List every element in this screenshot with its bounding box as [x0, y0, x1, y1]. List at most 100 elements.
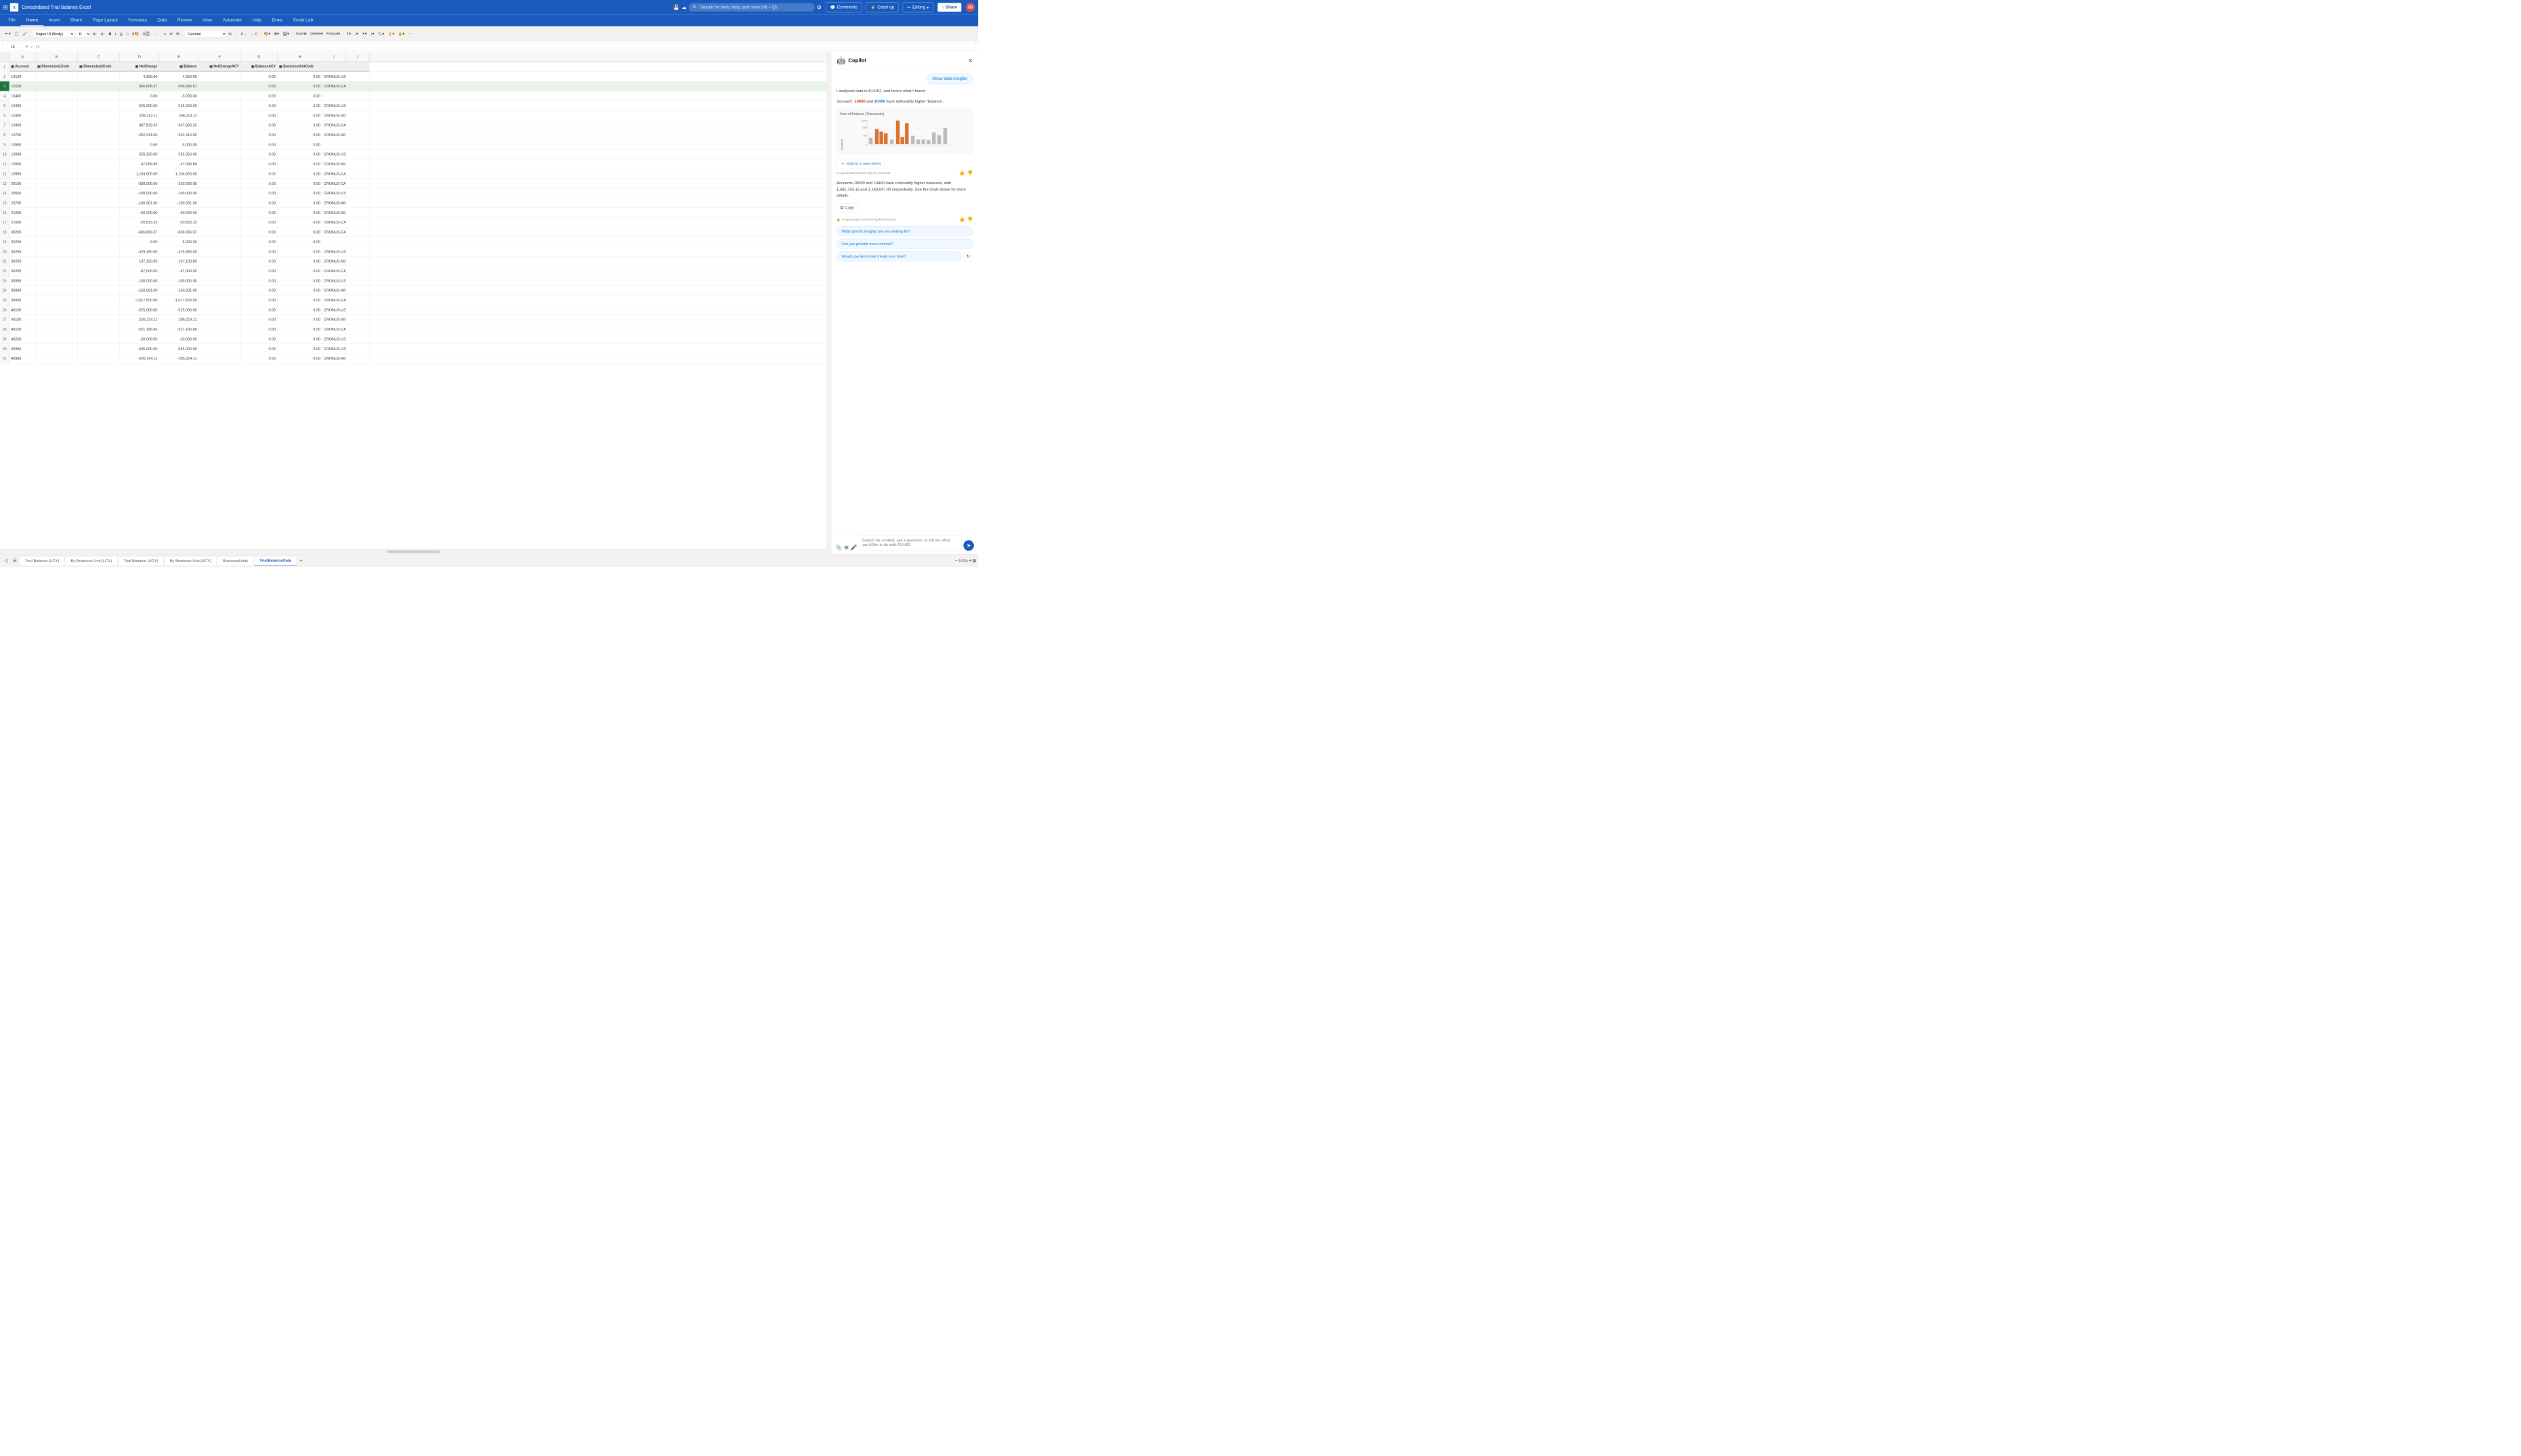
sheet-nav-prev[interactable]: ◁: [2, 557, 10, 564]
cell-21-i[interactable]: CRONUS-MX: [322, 257, 346, 266]
cell-22-c[interactable]: [78, 266, 120, 276]
cell-3-e[interactable]: 666,666.67: [159, 81, 198, 91]
sheet-tab-by-business-unit-acy[interactable]: By Business Unit (ACY): [165, 556, 217, 565]
cell-27-d[interactable]: -205,214.11: [120, 315, 159, 324]
cell-11-j[interactable]: [346, 159, 370, 169]
cell-5-i[interactable]: CRONUS-US: [322, 101, 346, 110]
cell-28-b[interactable]: [36, 324, 78, 334]
cell-25-g[interactable]: 0.00: [240, 295, 277, 305]
cell-16-b[interactable]: [36, 208, 78, 217]
cell-11-b[interactable]: [36, 159, 78, 169]
undo-button[interactable]: ↩ ▾: [3, 30, 12, 37]
font-grow-button[interactable]: A↑: [91, 30, 99, 37]
cell-14-b[interactable]: [36, 188, 78, 198]
cell-17-j[interactable]: [346, 217, 370, 227]
cell-19-b[interactable]: [36, 237, 78, 247]
cell-15-i[interactable]: CRONUS-MX: [322, 198, 346, 208]
cell-3-c[interactable]: [78, 81, 120, 91]
cell-5-f[interactable]: [198, 101, 240, 110]
cell-13-b[interactable]: [36, 179, 78, 188]
cell-20-j[interactable]: [346, 247, 370, 256]
cell-5-j[interactable]: [346, 101, 370, 110]
cell-1-j[interactable]: [346, 62, 370, 72]
more-button[interactable]: ⋯: [406, 30, 413, 37]
more-font-button[interactable]: ···: [152, 30, 158, 37]
cell-8-h[interactable]: 0.00: [278, 130, 322, 140]
clear-button[interactable]: ✕▾: [360, 30, 368, 37]
cell-2-c[interactable]: [78, 72, 120, 81]
cell-27-h[interactable]: 0.00: [278, 315, 322, 324]
cell-15-a[interactable]: 20700: [9, 198, 36, 208]
cell-1-i[interactable]: [322, 62, 346, 72]
cell-17-i[interactable]: CRONUS-CA: [322, 217, 346, 227]
cell-31-i[interactable]: CRONUS-MX: [322, 354, 346, 363]
sheet-tab-business-units[interactable]: BusinessUnits: [217, 556, 253, 565]
cell-9-e[interactable]: -5,000.00: [159, 140, 198, 149]
cell-30-f[interactable]: [198, 344, 240, 354]
cell-25-i[interactable]: CRONUS-CA: [322, 295, 346, 305]
cell-7-g[interactable]: 0.00: [240, 121, 277, 130]
cell-6-g[interactable]: 0.00: [240, 110, 277, 120]
sort-filter-button[interactable]: ↕▾: [369, 30, 376, 37]
cell-9-b[interactable]: [36, 140, 78, 149]
cell-26-f[interactable]: [198, 305, 240, 314]
cell-6-b[interactable]: [36, 110, 78, 120]
cell-9-f[interactable]: [198, 140, 240, 149]
cell-14-a[interactable]: 20600: [9, 188, 36, 198]
cell-7-a[interactable]: 10400: [9, 121, 36, 130]
cell-26-b[interactable]: [36, 305, 78, 314]
cell-16-c[interactable]: [78, 208, 120, 217]
cell-13-e[interactable]: -330,000.00: [159, 179, 198, 188]
cell-13-h[interactable]: 0.00: [278, 179, 322, 188]
cell-29-f[interactable]: [198, 335, 240, 344]
col-header-a[interactable]: A: [9, 52, 36, 62]
search-input[interactable]: [700, 5, 811, 9]
align-left-button[interactable]: ≡: [162, 30, 167, 37]
merge-button[interactable]: ⊞: [175, 30, 181, 37]
cell-6-h[interactable]: 0.00: [278, 110, 322, 120]
cell-20-a[interactable]: 30290: [9, 247, 36, 256]
cell-17-a[interactable]: 21000: [9, 217, 36, 227]
cell-7-d[interactable]: 437,833.33: [120, 121, 159, 130]
cell-19-j[interactable]: [346, 237, 370, 247]
cell-22-i[interactable]: CRONUS-CA: [322, 266, 346, 276]
cell-9-i[interactable]: [322, 140, 346, 149]
cell-10-g[interactable]: 0.00: [240, 150, 277, 159]
comments-button[interactable]: 💬 Comments: [826, 2, 862, 12]
cell-13-a[interactable]: 20100: [9, 179, 36, 188]
cell-25-c[interactable]: [78, 295, 120, 305]
cell-21-f[interactable]: [198, 257, 240, 266]
cell-15-b[interactable]: [36, 198, 78, 208]
font-shrink-button[interactable]: A↓: [99, 30, 106, 37]
cell-27-a[interactable]: 40100: [9, 315, 36, 324]
cell-14-g[interactable]: 0.00: [240, 188, 277, 198]
cell-2-j[interactable]: [346, 72, 370, 81]
cell-21-b[interactable]: [36, 257, 78, 266]
cell-17-f[interactable]: [198, 217, 240, 227]
cell-23-g[interactable]: 0.00: [240, 276, 277, 285]
cell-18-e[interactable]: -666,666.67: [159, 228, 198, 237]
cell-16-i[interactable]: CRONUS-MX: [322, 208, 346, 217]
cell-23-h[interactable]: 0.00: [278, 276, 322, 285]
percent-button[interactable]: %: [227, 30, 233, 37]
cell-19-f[interactable]: [198, 237, 240, 247]
cell-23-b[interactable]: [36, 276, 78, 285]
cell-2-f[interactable]: [198, 72, 240, 81]
cell-4-i[interactable]: [322, 91, 346, 101]
app-grid-button[interactable]: ⊞: [3, 4, 8, 11]
cell-26-d[interactable]: -525,000.00: [120, 305, 159, 314]
cell-23-j[interactable]: [346, 276, 370, 285]
sheet-tab-trial-balance-acy[interactable]: Trial Balance (ACY): [118, 556, 164, 565]
cell-29-b[interactable]: [36, 335, 78, 344]
cell-31-c[interactable]: [78, 354, 120, 363]
cell-30-b[interactable]: [36, 344, 78, 354]
cell-14-c[interactable]: [78, 188, 120, 198]
cell-18-c[interactable]: [78, 228, 120, 237]
cell-22-h[interactable]: 0.00: [278, 266, 322, 276]
cell-18-d[interactable]: -666,666.67: [120, 228, 159, 237]
cell-15-j[interactable]: [346, 198, 370, 208]
cell-22-g[interactable]: 0.00: [240, 266, 277, 276]
cell-19-g[interactable]: 0.00: [240, 237, 277, 247]
cell-10-j[interactable]: [346, 150, 370, 159]
cell-21-d[interactable]: 197,100.89: [120, 257, 159, 266]
